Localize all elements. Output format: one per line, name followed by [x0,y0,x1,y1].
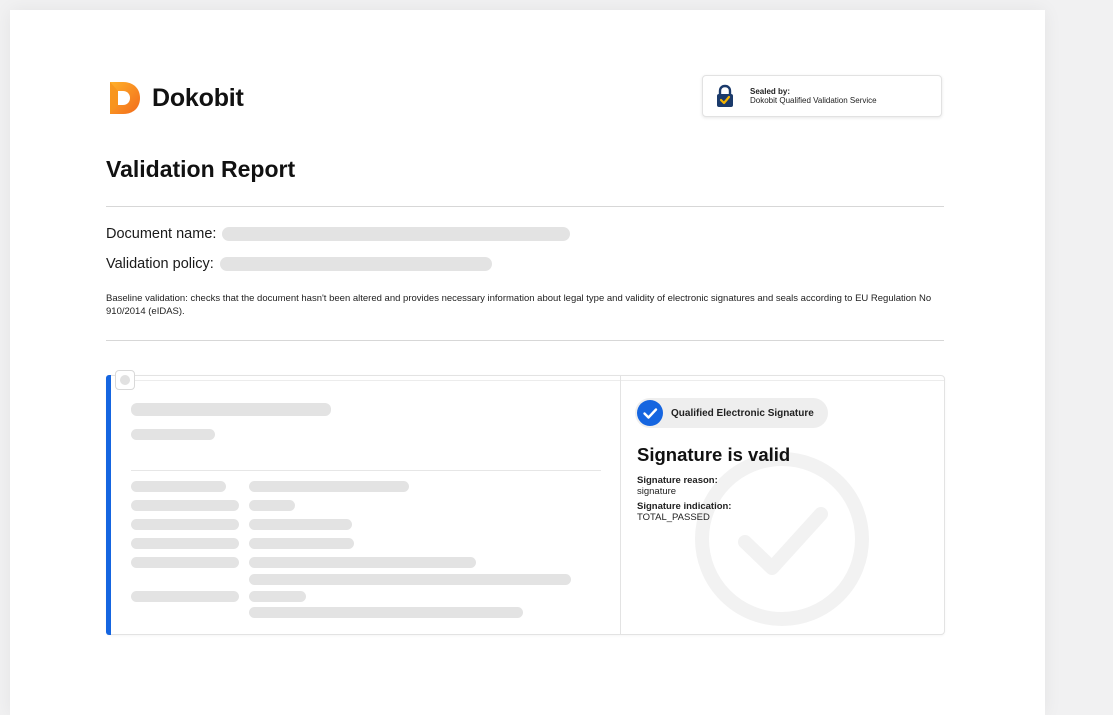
validation-policy-row: Validation policy: [106,256,492,272]
brand-name: Dokobit [152,83,244,112]
card-accent-bar [106,375,111,635]
skeleton-line [249,557,476,568]
card-tab-line [135,380,944,381]
page-title: Validation Report [106,156,296,182]
skeleton-line [249,607,523,618]
signature-indication-value: TOTAL_PASSED [637,512,710,523]
skeleton-line [131,403,331,416]
skeleton-line [131,557,239,568]
document-name-row: Document name: [106,226,571,242]
signature-type-badge: Qualified Electronic Signature [635,398,828,428]
check-circle-icon [637,400,663,426]
baseline-description: Baseline validation: checks that the doc… [106,293,932,317]
signature-reason-value: signature [637,486,677,497]
document-name-placeholder [222,227,571,241]
signature-reason: Signature reason: signature [637,475,718,497]
seal-text: Sealed by: Dokobit Qualified Validation … [750,87,877,105]
check-watermark-icon [695,452,869,626]
skeleton-line [131,538,239,549]
signature-indication: Signature indication: TOTAL_PASSED [637,501,731,523]
divider-bottom [106,340,944,341]
card-column-divider [620,376,621,634]
skeleton-line [131,429,215,440]
validation-policy-label: Validation policy: [106,256,214,272]
signature-indication-label: Signature indication: [637,501,732,512]
skeleton-line [249,591,306,602]
card-toggle[interactable] [115,370,135,390]
dokobit-logo-icon [110,82,140,114]
lock-check-icon [717,84,733,107]
skeleton-line [131,500,239,511]
skeleton-line [131,519,239,530]
brand-logo: Dokobit [106,80,244,116]
skeleton-line [249,574,571,585]
divider-top [106,206,944,207]
seal-service: Dokobit Qualified Validation Service [750,96,877,105]
skeleton-line [249,481,409,492]
document-name-label: Document name: [106,226,217,242]
skeleton-line [249,500,295,511]
signature-type-label: Qualified Electronic Signature [671,407,814,419]
card-inner-divider [131,470,601,471]
skeleton-line [131,591,239,602]
validation-policy-placeholder [219,257,492,271]
seal-label: Sealed by: [750,87,791,96]
skeleton-line [131,481,226,492]
signature-card[interactable]: Qualified Electronic Signature Signature… [106,370,945,635]
signature-status: Signature is valid [637,444,791,465]
skeleton-line [249,519,352,530]
skeleton-line [249,538,354,549]
sealed-by-badge: Sealed by: Dokobit Qualified Validation … [702,75,942,117]
validation-report-page: Dokobit Sealed by: Dokobit Qualified Val… [10,10,1045,715]
signature-reason-label: Signature reason: [637,475,718,486]
